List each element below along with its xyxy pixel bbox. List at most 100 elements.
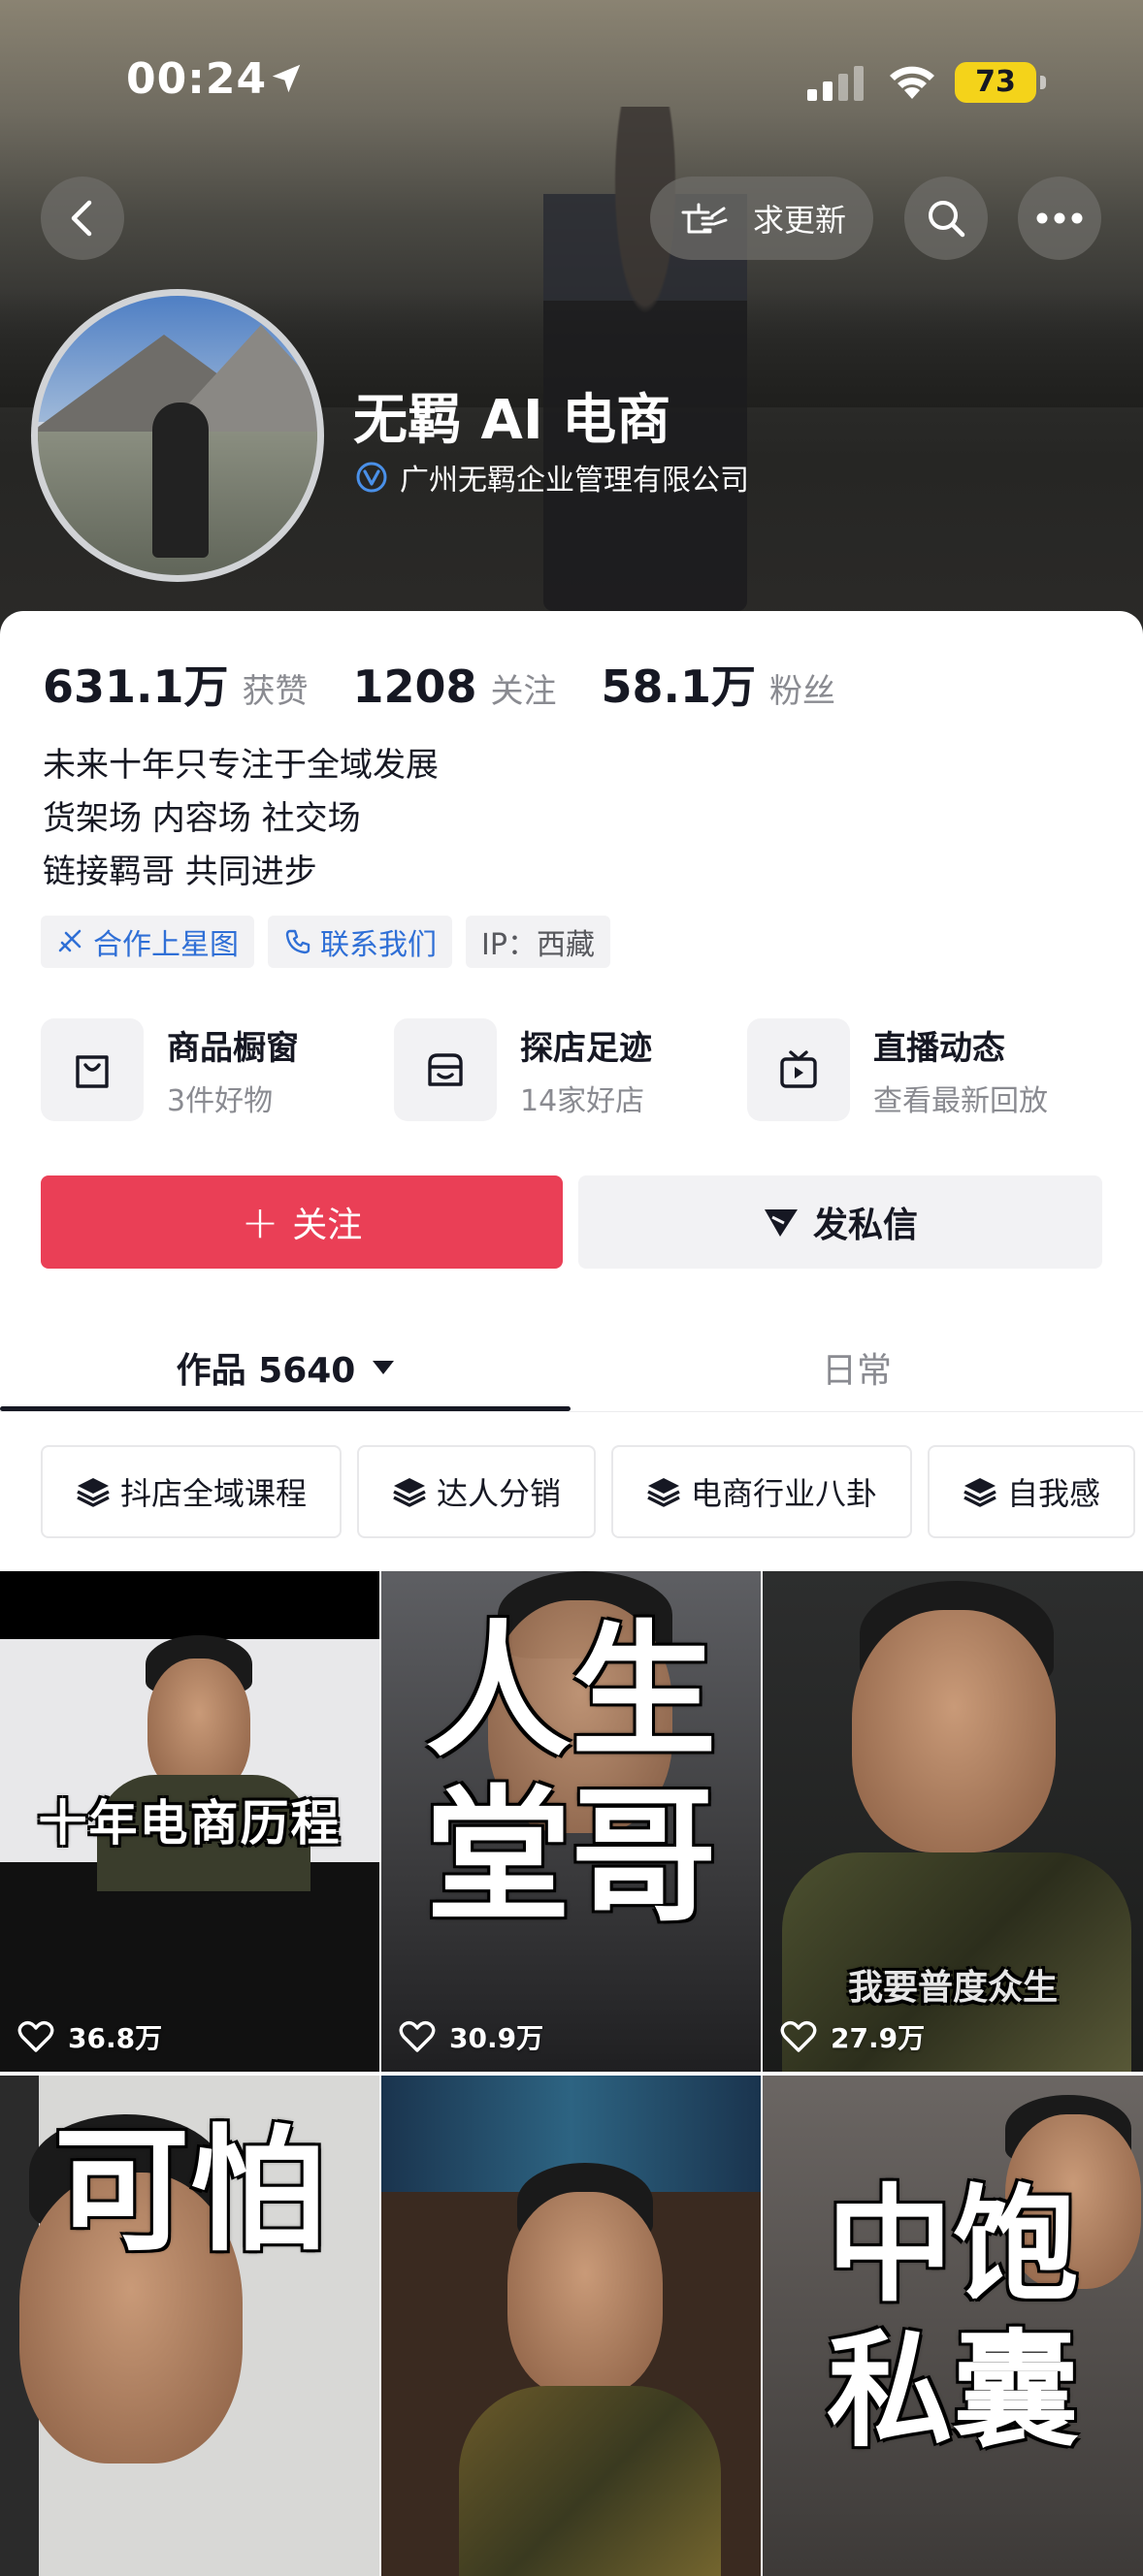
search-icon — [929, 201, 965, 238]
collection-label: 达人分销 — [437, 1475, 562, 1512]
caret-down-icon — [373, 1361, 395, 1374]
service-subtitle: 14家好店 — [520, 1083, 645, 1118]
collections-row: 抖店全域课程 达人分销 电商行业八卦 自我感 — [41, 1445, 1143, 1538]
shop-icon — [428, 1053, 463, 1086]
service-title: 商品橱窗 — [167, 1028, 299, 1068]
collection-chip[interactable]: 抖店全域课程 — [41, 1445, 343, 1538]
collection-chip[interactable]: 电商行业八卦 — [611, 1445, 913, 1538]
tab-works-label: 作品 5640 — [176, 1351, 356, 1391]
video-thumbnail[interactable]: 中饱 私囊 — [763, 2076, 1143, 2576]
avatar[interactable] — [31, 289, 324, 582]
tab-divider — [0, 1411, 1143, 1412]
profile-bio: 未来十年只专注于全域发展 货架场 内容场 社交场 链接羁哥 共同进步 — [43, 739, 439, 899]
chevron-left-icon — [71, 200, 92, 237]
search-button[interactable] — [904, 177, 988, 260]
profile-stats: 631.1万 获赞 1208 关注 58.1万 粉丝 — [43, 652, 880, 716]
heart-icon — [780, 2020, 817, 2052]
video-thumbnail[interactable]: 可怕 — [0, 2076, 379, 2576]
stat-likes[interactable]: 631.1万 获赞 — [43, 652, 309, 716]
status-time: 00:24 — [126, 54, 268, 104]
collection-label: 自我感 — [1007, 1475, 1101, 1512]
stat-followers[interactable]: 58.1万 粉丝 — [602, 652, 836, 716]
stat-label: 粉丝 — [769, 672, 836, 711]
heart-icon — [17, 2020, 54, 2052]
likes-count: 27.9万 — [831, 2022, 926, 2054]
service-subtitle: 3件好物 — [167, 1083, 274, 1118]
contact-tag[interactable]: 联系我们 — [268, 916, 452, 968]
tab-daily[interactable]: 日常 — [571, 1319, 1143, 1416]
layers-icon — [647, 1478, 680, 1507]
verified-badge-icon — [356, 462, 387, 493]
bio-line: 链接羁哥 共同进步 — [43, 853, 317, 891]
stat-following[interactable]: 1208 关注 — [353, 660, 557, 713]
ip-label: IP：西藏 — [481, 928, 595, 962]
video-overlay-text: 十年电商历程 — [38, 1795, 342, 1852]
follow-button[interactable]: + 关注 — [41, 1175, 563, 1269]
service-store-visits[interactable]: 探店足迹 14家好店 — [394, 1018, 747, 1121]
contact-label: 联系我们 — [320, 928, 437, 962]
layers-icon — [963, 1478, 996, 1507]
bio-line: 未来十年只专注于全域发展 — [43, 746, 439, 785]
stat-label: 获赞 — [242, 672, 309, 711]
location-arrow-icon — [272, 64, 301, 93]
stat-value: 1208 — [352, 660, 477, 713]
service-title: 探店足迹 — [520, 1028, 652, 1068]
video-overlay-text: 我要普度众生 — [847, 1968, 1058, 2008]
wifi-icon — [890, 66, 934, 99]
battery-indicator: 73 — [955, 62, 1046, 103]
more-options-button[interactable] — [1018, 177, 1101, 260]
service-subtitle: 查看最新回放 — [873, 1083, 1048, 1118]
bag-icon — [76, 1055, 109, 1088]
heart-icon — [399, 2020, 436, 2052]
request-update-label: 求更新 — [753, 202, 847, 239]
verified-company[interactable]: 广州无羁企业管理有限公司 — [355, 456, 749, 499]
collection-chip[interactable]: 自我感 — [928, 1445, 1136, 1538]
bio-line: 货架场 内容场 社交场 — [43, 799, 361, 838]
message-label: 发私信 — [812, 1206, 918, 1245]
stat-value: 631.1万 — [43, 660, 229, 713]
tv-icon — [780, 1050, 817, 1088]
layers-icon — [77, 1478, 110, 1507]
collection-label: 抖店全域课程 — [120, 1475, 308, 1512]
pointing-hand-icon — [681, 203, 728, 234]
stat-label: 关注 — [490, 672, 557, 711]
more-dots-icon — [1036, 212, 1083, 224]
company-name: 广州无羁企业管理有限公司 — [400, 464, 749, 498]
likes-count: 30.9万 — [449, 2022, 544, 2054]
collab-tag[interactable]: 合作上星图 — [41, 916, 254, 968]
services-row: 商品橱窗 3件好物 探店足迹 14家好店 直播动态 查看最新回放 — [41, 1018, 1100, 1121]
collection-chip[interactable]: 达人分销 — [357, 1445, 597, 1538]
profile-tags: 合作上星图 联系我们 IP：西藏 — [41, 916, 624, 968]
service-title: 直播动态 — [873, 1028, 1005, 1068]
layers-icon — [393, 1478, 426, 1507]
back-button[interactable] — [41, 177, 124, 260]
ip-tag: IP：西藏 — [466, 916, 610, 968]
phone-icon — [285, 929, 310, 954]
star-map-icon — [58, 929, 82, 952]
collab-label: 合作上星图 — [93, 928, 239, 962]
video-overlay-text: 可怕 — [53, 2112, 326, 2270]
video-overlay-text: 人生 堂哥 — [425, 1608, 717, 1942]
follow-label: 关注 — [292, 1206, 363, 1245]
tab-works[interactable]: 作品 5640 — [0, 1319, 571, 1416]
video-thumbnail[interactable]: 我要普度众生 27.9万 — [763, 1571, 1143, 2072]
request-update-button[interactable]: 求更新 — [650, 177, 873, 260]
profile-name: 无羁 AI 电商 — [353, 389, 671, 452]
video-thumbnail[interactable] — [381, 2076, 761, 2576]
collection-label: 电商行业八卦 — [691, 1475, 878, 1512]
service-live[interactable]: 直播动态 查看最新回放 — [747, 1018, 1100, 1121]
likes-count: 36.8万 — [68, 2022, 163, 2054]
video-thumbnail[interactable]: 十年电商历程 36.8万 — [0, 1571, 379, 2072]
stat-value: 58.1万 — [601, 660, 757, 713]
service-shop-window[interactable]: 商品橱窗 3件好物 — [41, 1018, 394, 1121]
video-overlay-text: 中饱 私囊 — [826, 2172, 1079, 2464]
tab-daily-label: 日常 — [821, 1351, 892, 1391]
message-button[interactable]: 发私信 — [578, 1175, 1102, 1269]
video-thumbnail[interactable]: 人生 堂哥 30.9万 — [381, 1571, 761, 2072]
video-likes: 30.9万 — [399, 2017, 543, 2056]
paper-plane-icon — [764, 1209, 798, 1237]
video-likes: 36.8万 — [17, 2017, 162, 2056]
plus-icon: + — [241, 1196, 279, 1248]
video-likes: 27.9万 — [780, 2017, 925, 2056]
video-grid: 十年电商历程 36.8万 人生 堂哥 30.9万 我要普度众生 27.9万 可怕 — [0, 1571, 1143, 2576]
